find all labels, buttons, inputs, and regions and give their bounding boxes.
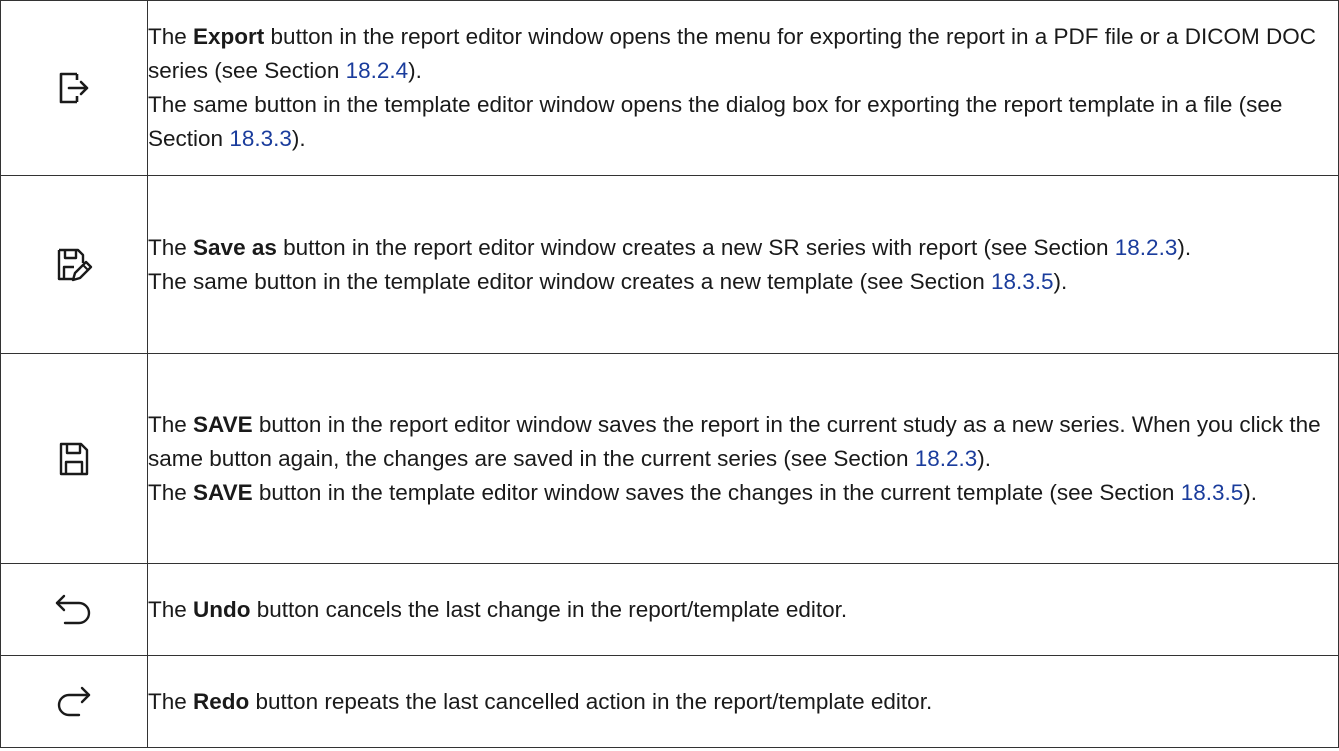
undo-icon xyxy=(51,594,97,624)
text: button in the report editor window creat… xyxy=(276,234,1115,260)
icon-cell xyxy=(0,175,148,354)
toolbar-buttons-table: The Export button in the report editor w… xyxy=(0,0,1339,748)
description-line: The same button in the template editor w… xyxy=(148,88,1338,156)
icon-cell xyxy=(0,353,148,564)
button-name: Export xyxy=(193,24,265,49)
text: The xyxy=(148,479,194,505)
text: The xyxy=(148,24,194,49)
text: The xyxy=(148,411,194,437)
text: ). xyxy=(1243,479,1257,505)
text: button in the template editor window sav… xyxy=(252,479,1181,505)
text: ). xyxy=(1053,268,1068,294)
section-link[interactable]: 18.2.4 xyxy=(346,58,409,83)
icon-cell xyxy=(0,0,148,176)
description-line: The SAVE button in the template editor w… xyxy=(148,476,1338,510)
text: The same button in the template editor w… xyxy=(148,268,991,294)
button-name: SAVE xyxy=(193,479,253,505)
export-icon xyxy=(57,72,91,104)
table-row-redo: The Redo button repeats the last cancell… xyxy=(0,655,1339,748)
table-row-undo: The Undo button cancels the last change … xyxy=(0,563,1339,656)
button-name: Redo xyxy=(193,688,250,714)
text: button repeats the last cancelled action… xyxy=(249,688,933,714)
button-name: Undo xyxy=(193,596,251,622)
description-line: The same button in the template editor w… xyxy=(148,265,1338,299)
description-line: The Export button in the report editor w… xyxy=(148,20,1338,88)
text: The same button in the template editor w… xyxy=(148,92,1283,151)
icon-cell xyxy=(0,655,148,748)
section-link[interactable]: 18.2.3 xyxy=(1115,235,1178,260)
icon-cell xyxy=(0,563,148,656)
text: button in the report editor window saves… xyxy=(148,411,1321,471)
text: button in the report editor window opens… xyxy=(148,24,1317,83)
table-row-save-as: The Save as button in the report editor … xyxy=(0,175,1339,354)
text: The xyxy=(148,596,194,622)
description-cell: The Undo button cancels the last change … xyxy=(147,563,1339,656)
button-name: Save as xyxy=(193,234,277,260)
description-line: The Redo button repeats the last cancell… xyxy=(148,685,1338,719)
redo-icon xyxy=(51,686,97,716)
section-link[interactable]: 18.3.3 xyxy=(229,126,292,151)
text: ). xyxy=(408,58,422,83)
text: ). xyxy=(291,126,306,151)
description-cell: The SAVE button in the report editor win… xyxy=(147,353,1339,564)
section-link[interactable]: 18.3.5 xyxy=(1181,480,1244,505)
description-line: The Undo button cancels the last change … xyxy=(148,593,1338,627)
table-row-export: The Export button in the report editor w… xyxy=(0,0,1339,176)
text: button cancels the last change in the re… xyxy=(250,596,848,622)
save-as-icon xyxy=(54,248,94,281)
text: ). xyxy=(1177,234,1192,260)
description-cell: The Export button in the report editor w… xyxy=(147,0,1339,176)
table-row-save: The SAVE button in the report editor win… xyxy=(0,353,1339,564)
description-cell: The Redo button repeats the last cancell… xyxy=(147,655,1339,748)
save-icon xyxy=(56,442,92,475)
button-name: SAVE xyxy=(193,411,253,437)
description-line: The SAVE button in the report editor win… xyxy=(148,408,1338,476)
description-line: The Save as button in the report editor … xyxy=(148,231,1338,265)
text: ). xyxy=(977,445,992,471)
text: The xyxy=(148,688,194,714)
description-cell: The Save as button in the report editor … xyxy=(147,175,1339,354)
text: The xyxy=(148,234,194,260)
section-link[interactable]: 18.2.3 xyxy=(915,446,978,471)
section-link[interactable]: 18.3.5 xyxy=(991,269,1054,294)
